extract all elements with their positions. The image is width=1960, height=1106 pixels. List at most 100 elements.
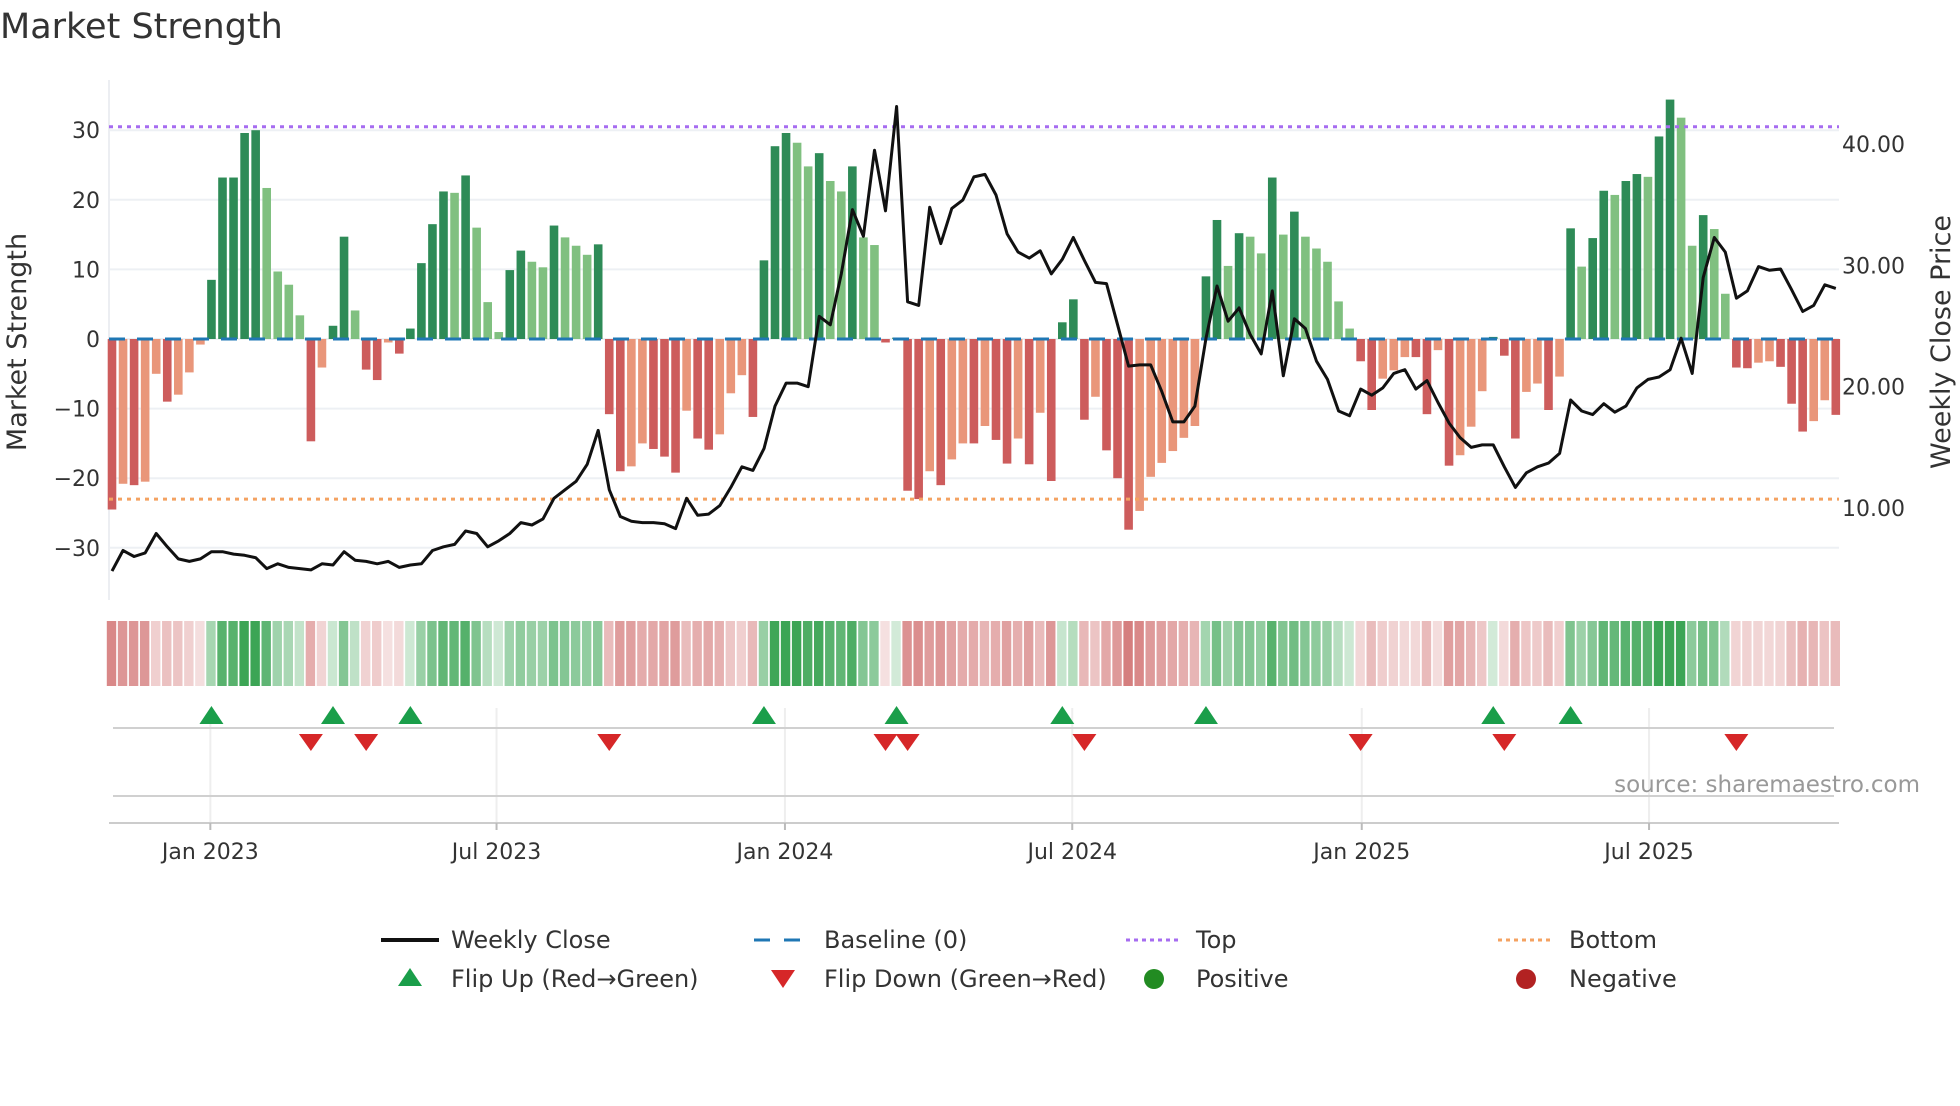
heat-strip-cell [195, 621, 205, 686]
heat-strip-cell [946, 621, 956, 686]
heat-strip-cell [526, 621, 537, 686]
strength-bar [1389, 339, 1399, 371]
heat-strip-cell [581, 621, 592, 686]
heat-strip-cell [979, 621, 990, 686]
heat-strip-cell [1123, 621, 1133, 686]
heat-strip-cell [1720, 621, 1730, 686]
heat-strip-cell [1156, 621, 1166, 686]
triangle-up-icon [398, 968, 422, 986]
strength-bar [1665, 99, 1675, 340]
heat-strip-cell [228, 621, 238, 686]
flip-up-marker [1481, 706, 1506, 724]
strength-bar [737, 339, 747, 376]
heat-strip-cell [128, 621, 139, 686]
strength-bar [1522, 339, 1531, 392]
heat-strip-cell [736, 621, 747, 686]
heat-strip-cell [548, 621, 559, 686]
strength-bar [1312, 248, 1321, 339]
negative-dot-icon [1516, 969, 1536, 989]
heat-strip-cell [1256, 621, 1266, 686]
heat-strip-cell [405, 621, 415, 686]
heat-strip-cell [1421, 621, 1432, 686]
flip-up-marker [884, 706, 909, 724]
strength-bar [1035, 339, 1045, 413]
x-axis: Jan 2023 Jul 2023 Jan 2024 Jul 2024 Jan 2025… [160, 823, 1694, 865]
heat-strip-cell [1046, 621, 1056, 686]
strength-bar [1654, 136, 1664, 339]
strength-bar [604, 339, 614, 415]
heat-strip-cell [802, 621, 813, 686]
strength-bar [1345, 328, 1354, 339]
heat-strip-cell [416, 621, 426, 686]
strength-bar [936, 339, 946, 486]
flip-up-marker [1193, 706, 1218, 724]
heat-strip-cell [924, 621, 934, 686]
strength-bar [1422, 339, 1432, 415]
heat-strip-cell [1786, 621, 1796, 686]
strength-bar [704, 339, 713, 450]
heat-strip-cell [780, 621, 791, 686]
strength-bar [1091, 339, 1100, 397]
heat-strip-cell [1709, 621, 1719, 686]
heat-strip-cell [1698, 621, 1708, 686]
strength-bar [129, 339, 139, 486]
heat-strip-cell [217, 621, 227, 686]
heat-strip-cell [1642, 621, 1653, 686]
strength-bar [759, 260, 769, 339]
strength-bar [1168, 339, 1178, 452]
heat-strip-cell [1300, 621, 1310, 686]
y-tick-label: 0 [86, 328, 100, 353]
heat-strip-cell [1222, 621, 1233, 686]
heat-strip-cell [1167, 621, 1177, 686]
heat-strip-cell [902, 621, 912, 686]
heat-strip-cell [891, 621, 901, 686]
heat-strip-cell [1775, 621, 1785, 686]
strength-bar [560, 237, 570, 339]
heat-strip-cell [1565, 621, 1575, 686]
strength-bar [339, 236, 349, 339]
heat-strip-cell [1233, 621, 1244, 686]
strength-bar [1124, 339, 1133, 530]
strength-bar [428, 224, 437, 339]
heat-strip-cell [515, 621, 526, 686]
heat-strip-cell [1543, 621, 1553, 686]
strength-bars [107, 99, 1841, 530]
strength-bar [671, 339, 680, 473]
strength-bar [350, 310, 360, 339]
strength-bar [251, 130, 260, 339]
strength-bar [306, 339, 316, 442]
heat-strip-cell [604, 621, 614, 686]
heat-strip-cell [814, 621, 824, 686]
legend-item-dotted-top: Top [1126, 926, 1237, 954]
strength-bar [1577, 266, 1586, 339]
heat-strip-cell [1267, 621, 1277, 686]
left-axis-title: Market Strength [2, 233, 33, 451]
heat-strip-cell [825, 621, 835, 686]
strength-bar [682, 339, 691, 411]
left-y-axis: −30 −20 −10 0 10 20 30 [54, 119, 100, 562]
legend-item-dotted-bottom: Bottom [1498, 926, 1657, 954]
strength-bar [1511, 339, 1520, 439]
heat-strip-cell [1598, 621, 1608, 686]
strength-bar [262, 187, 271, 339]
strength-bar [1058, 322, 1067, 339]
legend-label: Baseline (0) [824, 926, 967, 954]
heat-strip-cell [1554, 621, 1564, 686]
heat-strip-cell [1653, 621, 1664, 686]
strength-bar [980, 339, 990, 426]
strength-bar [1080, 339, 1089, 420]
heat-strip-cell [1079, 621, 1089, 686]
strength-bar [1544, 339, 1553, 410]
heat-strip-cell [1609, 621, 1619, 686]
strength-bar [1046, 339, 1056, 481]
right-y-axis: 10.00 20.00 30.00 40.00 [1842, 133, 1905, 522]
heat-strip-cell [1322, 621, 1332, 686]
heat-strip-cell [1023, 621, 1034, 686]
strength-bar [1555, 339, 1564, 377]
strength-bar [174, 339, 183, 395]
strength-bar [660, 339, 669, 457]
flip-up-marker [1558, 706, 1583, 724]
heat-strip-cell [360, 621, 371, 686]
strength-bar [439, 191, 448, 339]
strength-bar [870, 245, 879, 339]
